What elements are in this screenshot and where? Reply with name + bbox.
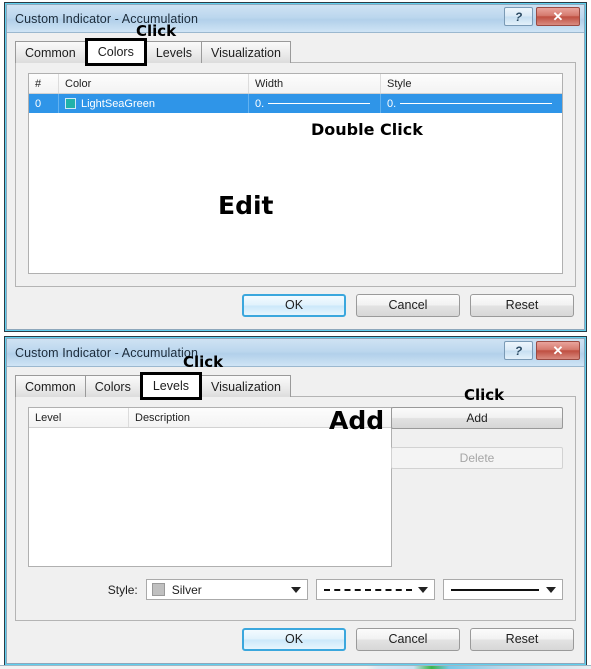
tabstrip-colors: Common Colors Levels Visualization (15, 38, 584, 66)
tab-levels[interactable]: Levels (145, 41, 202, 63)
style-label: Style: (107, 582, 138, 597)
levels-dialog-window: Custom Indicator - Accumulation ? ✕ Comm… (4, 336, 587, 666)
colors-table-header: # Color Width Style (29, 74, 562, 94)
cell-width[interactable]: 0. (249, 94, 381, 113)
levels-panel: Level Description Add Delete Style: Silv… (15, 396, 576, 621)
column-header-width[interactable]: Width (249, 74, 381, 93)
footer-levels: OK Cancel Reset (7, 621, 584, 663)
level-linewidth-select[interactable] (443, 579, 564, 600)
silver-swatch-icon (151, 583, 165, 596)
tab-visualization[interactable]: Visualization (200, 41, 291, 63)
levels-side-buttons: Add Delete (391, 407, 563, 469)
chevron-down-icon (290, 586, 301, 593)
tabstrip-levels: Common Colors Levels Visualization (15, 372, 584, 400)
level-linestyle-select[interactable] (315, 579, 436, 600)
help-icon[interactable]: ? (504, 7, 533, 26)
column-header-level[interactable]: Level (29, 408, 129, 427)
taskbar-sliver (0, 665, 591, 669)
table-row[interactable]: 0 LightSeaGreen 0. 0. (29, 94, 562, 113)
window-title: Custom Indicator - Accumulation (15, 11, 199, 26)
tab-common[interactable]: Common (15, 41, 86, 63)
level-style-row: Style: Silver (28, 579, 564, 600)
colors-dialog-window: Custom Indicator - Accumulation ? ✕ Comm… (4, 2, 587, 332)
chevron-down-icon (546, 586, 557, 593)
titlebar-colors[interactable]: Custom Indicator - Accumulation ? ✕ (7, 5, 584, 33)
screen: Custom Indicator - Accumulation ? ✕ Comm… (0, 0, 591, 669)
tab-common[interactable]: Common (15, 375, 86, 397)
reset-button[interactable]: Reset (470, 293, 574, 317)
levels-table[interactable]: Level Description (28, 407, 392, 567)
cancel-button[interactable]: Cancel (356, 627, 460, 651)
cell-color[interactable]: LightSeaGreen (59, 94, 249, 113)
width-line-preview (268, 103, 370, 104)
window-title-levels: Custom Indicator - Accumulation (15, 345, 199, 360)
delete-button: Delete (391, 447, 563, 469)
reset-button[interactable]: Reset (470, 627, 574, 651)
add-button[interactable]: Add (391, 407, 563, 429)
cell-color-label: LightSeaGreen (81, 97, 155, 110)
level-color-select[interactable]: Silver (145, 579, 308, 600)
tab-colors[interactable]: Colors (84, 375, 141, 397)
title-buttons-group-levels: ? ✕ (504, 341, 580, 360)
cell-index: 0 (29, 94, 59, 113)
tab-visualization[interactable]: Visualization (200, 375, 291, 397)
column-header-index[interactable]: # (29, 74, 59, 93)
cell-width-value: 0. (255, 97, 265, 110)
close-icon[interactable]: ✕ (536, 341, 580, 360)
footer-colors: OK Cancel Reset (7, 287, 584, 329)
dashed-line-preview-icon (323, 588, 412, 591)
levels-table-header: Level Description (29, 408, 391, 428)
column-header-color[interactable]: Color (59, 74, 249, 93)
level-color-value: Silver (171, 582, 202, 597)
cell-style[interactable]: 0. (381, 94, 562, 113)
column-header-description[interactable]: Description (129, 408, 391, 427)
ok-button[interactable]: OK (242, 627, 346, 651)
color-swatch-icon (65, 98, 76, 109)
column-header-style[interactable]: Style (381, 74, 562, 93)
title-buttons-group: ? ✕ (504, 7, 580, 26)
ok-button[interactable]: OK (242, 293, 346, 317)
cancel-button[interactable]: Cancel (356, 293, 460, 317)
tab-levels[interactable]: Levels (139, 372, 202, 400)
tab-colors[interactable]: Colors (84, 38, 147, 66)
chevron-down-icon (418, 586, 429, 593)
colors-panel: # Color Width Style 0 LightSeaGreen 0. 0… (15, 62, 576, 287)
cell-style-value: 0. (387, 97, 397, 110)
close-icon[interactable]: ✕ (536, 7, 580, 26)
help-icon[interactable]: ? (504, 341, 533, 360)
style-line-preview (400, 103, 552, 104)
colors-table[interactable]: # Color Width Style 0 LightSeaGreen 0. 0… (28, 73, 563, 274)
solid-line-preview-icon (451, 588, 540, 591)
titlebar-levels[interactable]: Custom Indicator - Accumulation ? ✕ (7, 339, 584, 367)
